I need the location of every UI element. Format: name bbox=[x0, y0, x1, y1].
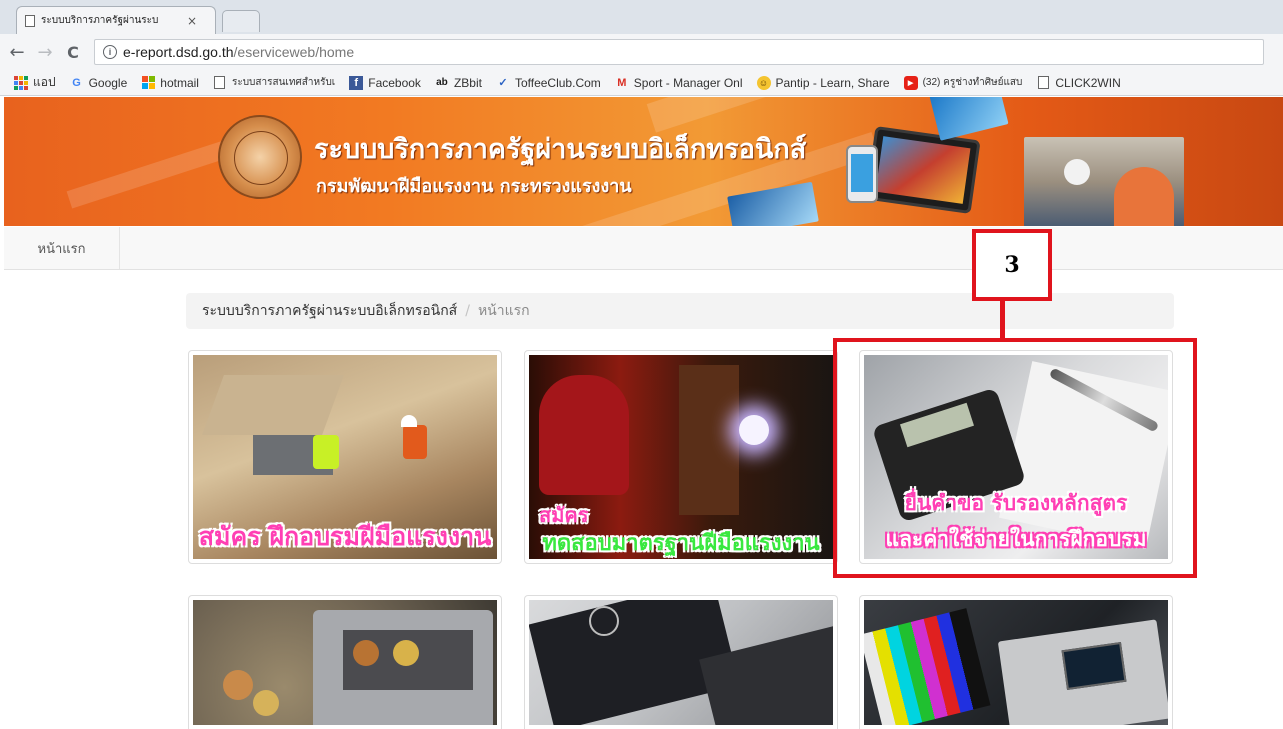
bookmark-label: Google bbox=[88, 75, 128, 90]
bookmark-sport-manager[interactable]: M Sport - Manager Onl bbox=[615, 75, 743, 90]
site-navbar: หน้าแรก bbox=[4, 227, 1283, 270]
browser-tab[interactable]: ระบบบริการภาครัฐผ่านระบ × bbox=[16, 6, 216, 34]
breadcrumb-root-link[interactable]: ระบบบริการภาครัฐผ่านระบบอิเล็กทรอนิกส์ bbox=[202, 300, 457, 322]
bookmark-label: ToffeeClub.Com bbox=[514, 75, 601, 90]
windows-icon bbox=[141, 75, 155, 90]
bookmarks-bar: แอป G Google hotmail ระบบสารสนเทศสำหรับเ… bbox=[0, 70, 1283, 96]
bookmark-label: ระบบสารสนเทศสำหรับเ bbox=[231, 77, 336, 88]
gmail-icon: M bbox=[617, 76, 627, 89]
cube-graphic bbox=[929, 97, 1009, 141]
browser-tab-bar: ระบบบริการภาครัฐผ่านระบ × bbox=[0, 0, 1283, 34]
reload-button[interactable]: C bbox=[62, 43, 84, 62]
bookmark-youtube[interactable]: ▶ (32) ครูช่างทำศิษย์แสบ bbox=[903, 75, 1023, 90]
bookmark-pantip[interactable]: ☺ Pantip - Learn, Share bbox=[756, 75, 890, 90]
coin-box-image bbox=[193, 600, 497, 725]
page-icon bbox=[213, 76, 227, 90]
page-icon bbox=[1036, 76, 1050, 90]
department-seal-logo bbox=[218, 115, 302, 199]
nav-home-link[interactable]: หน้าแรก bbox=[4, 227, 120, 269]
new-tab-button[interactable] bbox=[222, 10, 260, 32]
bookmark-click2win[interactable]: CLICK2WIN bbox=[1036, 75, 1121, 90]
card-training-registration[interactable]: สมัคร ฝึกอบรมฝีมือแรงงาน bbox=[188, 350, 502, 564]
banner-subtitle: กรมพัฒนาฝีมือแรงงาน กระทรวงแรงงาน bbox=[316, 176, 632, 197]
close-tab-icon[interactable]: × bbox=[187, 14, 197, 28]
forward-button[interactable]: → bbox=[34, 42, 56, 63]
url-input[interactable]: i e-report.dsd.go.th/eserviceweb/home bbox=[94, 39, 1264, 65]
site-banner: ระบบบริการภาครัฐผ่านระบบอิเล็กทรอนิกส์ ก… bbox=[4, 97, 1283, 226]
toffee-icon: ✓ bbox=[498, 77, 508, 89]
card-passport-laptop[interactable] bbox=[524, 595, 838, 729]
back-button[interactable]: ← bbox=[6, 42, 28, 63]
bookmark-zbbit[interactable]: ab ZBbit bbox=[435, 76, 482, 90]
facebook-icon: f bbox=[349, 75, 364, 90]
smartphone-image bbox=[846, 145, 878, 203]
google-icon: G bbox=[72, 76, 81, 89]
bookmark-apps[interactable]: แอป bbox=[14, 73, 56, 92]
construction-workers-image: สมัคร ฝึกอบรมฝีมือแรงงาน bbox=[193, 355, 497, 559]
bookmark-hotmail[interactable]: hotmail bbox=[141, 76, 199, 90]
card-fund[interactable] bbox=[188, 595, 502, 729]
bookmark-label: Facebook bbox=[368, 75, 421, 90]
electronics-lab-image bbox=[864, 600, 1168, 725]
bookmark-label: hotmail bbox=[160, 75, 199, 90]
bookmark-facebook[interactable]: f Facebook bbox=[349, 75, 421, 90]
bookmark-label: CLICK2WIN bbox=[1055, 75, 1121, 90]
breadcrumb-current: หน้าแรก bbox=[477, 303, 530, 319]
bookmark-google[interactable]: G Google bbox=[70, 75, 128, 90]
bookmark-label: Pantip - Learn, Share bbox=[775, 75, 890, 90]
annotation-step-number: 3 bbox=[972, 229, 1052, 301]
pantip-icon: ☺ bbox=[756, 75, 771, 90]
info-icon[interactable]: i bbox=[103, 45, 117, 59]
workers-photo bbox=[1024, 137, 1184, 226]
bookmark-toffeeclub[interactable]: ✓ ToffeeClub.Com bbox=[496, 75, 601, 90]
tablet-image bbox=[865, 125, 981, 215]
bookmark-label: (32) ครูช่างทำศิษย์แสบ bbox=[922, 77, 1023, 88]
tab-title: ระบบบริการภาครัฐผ่านระบ bbox=[41, 15, 159, 26]
url-path: /eserviceweb/home bbox=[233, 44, 355, 60]
highlight-box bbox=[833, 338, 1197, 578]
card-electronics[interactable] bbox=[859, 595, 1173, 729]
apps-icon bbox=[14, 75, 28, 90]
page-icon bbox=[25, 14, 35, 27]
annotation-connector bbox=[1000, 300, 1005, 340]
youtube-icon: ▶ bbox=[903, 75, 918, 90]
card-skill-standard-test[interactable]: สมัคร ทดสอบมาตรฐานฝีมือแรงงาน bbox=[524, 350, 838, 564]
bookmark-info-system[interactable]: ระบบสารสนเทศสำหรับเ bbox=[213, 75, 335, 90]
bookmark-label: ZBbit bbox=[453, 75, 482, 90]
card-caption: สมัคร ฝึกอบรมฝีมือแรงงาน bbox=[198, 522, 492, 551]
zbbit-icon: ab bbox=[436, 77, 448, 88]
url-host: e-report.dsd.go.th bbox=[123, 44, 234, 60]
banner-title: ระบบบริการภาครัฐผ่านระบบอิเล็กทรอนิกส์ bbox=[314, 134, 807, 165]
breadcrumb-separator: / bbox=[465, 303, 470, 319]
bookmark-label: แอป bbox=[33, 75, 56, 89]
bookmark-label: Sport - Manager Onl bbox=[633, 75, 743, 90]
welder-image: สมัคร ทดสอบมาตรฐานฝีมือแรงงาน bbox=[529, 355, 833, 559]
card-caption: ทดสอบมาตรฐานฝีมือแรงงาน bbox=[542, 531, 820, 556]
address-toolbar: ← → C i e-report.dsd.go.th/eserviceweb/h… bbox=[0, 34, 1283, 70]
laptop-passport-image bbox=[529, 600, 833, 725]
